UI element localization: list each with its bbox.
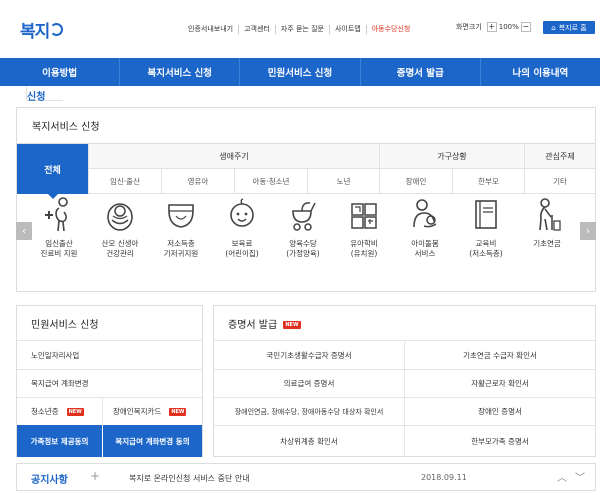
util-link-faq[interactable]: 자주 묻는 질문 (274, 24, 329, 34)
zoom-in-button[interactable]: + (486, 22, 497, 32)
nav-item-guide[interactable]: 이용방법 (0, 58, 119, 86)
book-icon (471, 197, 501, 233)
civil-item-account-change[interactable]: 복지급여 계좌변경 (17, 369, 202, 397)
tab-etc[interactable]: 기타 (524, 169, 595, 194)
main-nav: 이용방법 복지서비스 신청 민원서비스 신청 증명서 발급 나의 이용내역 (0, 58, 600, 86)
civil-item-label: 장애인복지카드 (113, 407, 162, 416)
notice-message[interactable]: 복지로 온라인신청 서비스 중단 안내 (129, 473, 250, 484)
zoom-out-button[interactable]: − (520, 22, 531, 32)
header: 복지 온라인신청 인증서내보내기 고객센터 자주 묻는 질문 사이트맵 아동수당… (0, 0, 600, 103)
service-item-label: 유아학비 (유치원) (350, 239, 378, 258)
panel-title: 민원서비스 신청 (31, 320, 99, 331)
account-change-consent-button[interactable]: 복지급여 계좌변경 동의 (103, 425, 202, 457)
new-badge: NEW (169, 407, 187, 416)
cert-disability[interactable]: 장애인 증명서 (405, 397, 595, 425)
nav-item-civil-apply[interactable]: 민원서비스 신청 (239, 58, 359, 86)
tab-infant[interactable]: 영유아 (161, 169, 234, 194)
service-item-label: 보육료 (어린이집) (225, 239, 259, 258)
service-item-label: 산모 신생아 건강관리 (101, 239, 139, 258)
cert-medical-aid[interactable]: 의료급여 증명서 (214, 369, 405, 397)
service-item-education[interactable]: 교육비 (저소득층) (456, 197, 516, 259)
service-item-label: 기초연금 (533, 239, 561, 248)
group-interest: 관심주제 (524, 144, 595, 169)
tab-disabled[interactable]: 장애인 (379, 169, 452, 194)
cert-single-parent[interactable]: 한부모가족 증명서 (405, 425, 595, 456)
util-link-sitemap[interactable]: 사이트맵 (328, 24, 366, 34)
civil-half-row: 청소년증 NEW 장애인복지카드 NEW (17, 397, 202, 425)
site-logo[interactable]: 복지 온라인신청 (20, 15, 64, 103)
util-link-customer-center[interactable]: 고객센터 (238, 24, 275, 34)
notice-title: 공지사항 (31, 475, 68, 486)
carousel-next-button[interactable]: › (580, 222, 596, 240)
home-icon: ⌂ (551, 23, 556, 32)
civil-item-youth-card[interactable]: 청소년증 NEW (17, 398, 103, 425)
caregiver-icon (410, 197, 440, 233)
tab-elderly[interactable]: 노년 (307, 169, 379, 194)
util-link-child-allowance[interactable]: 아동수당신청 (365, 24, 416, 34)
group-household: 가구상황 (379, 144, 524, 169)
service-item-label: 임신출산 진료비 지원 (40, 239, 78, 258)
notice-date: 2018.09.11 (421, 473, 467, 482)
civil-item-disability-card[interactable]: 장애인복지카드 NEW (103, 398, 202, 425)
panel-title: 복지서비스 신청 (32, 122, 100, 133)
service-item-pregnancy[interactable]: 임신출산 진료비 지원 (29, 197, 89, 259)
service-item-newborn-care[interactable]: 산모 신생아 건강관리 (90, 197, 150, 259)
child-face-icon (227, 197, 257, 233)
tab-all[interactable]: 전체 (17, 144, 88, 199)
tab-single-parent[interactable]: 한부모 (452, 169, 524, 194)
service-item-babysitting[interactable]: 아이돌봄 서비스 (395, 197, 455, 259)
tab-pregnancy[interactable]: 임신·출산 (88, 169, 161, 194)
baby-icon (105, 197, 135, 233)
diaper-icon (166, 197, 196, 233)
certificate-panel: 증명서 발급 NEW 국민기초생활수급자 증명서 기초연금 수급자 확인서 의료… (213, 305, 596, 457)
nav-item-my-history[interactable]: 나의 이용내역 (479, 58, 600, 86)
family-info-consent-button[interactable]: 가족정보 제공동의 (17, 425, 103, 457)
new-badge: NEW (66, 407, 84, 416)
logo-mark: 복지 (20, 21, 50, 42)
tab-child-youth[interactable]: 아동·청소년 (234, 169, 307, 194)
panel-title-row: 증명서 발급 NEW (228, 316, 301, 331)
service-item-label: 저소득층 기저귀지원 (163, 239, 199, 258)
group-lifecycle: 생애주기 (88, 144, 379, 169)
notice-next-button[interactable]: ﹀ (575, 469, 585, 484)
stroller-icon (288, 197, 318, 233)
util-link-cert-export[interactable]: 인증서내보내기 (183, 25, 238, 34)
service-item-home-care[interactable]: 양육수당 (가정양육) (273, 197, 333, 259)
blocks-icon (349, 197, 379, 233)
service-item-diaper[interactable]: 저소득층 기저귀지원 (151, 197, 211, 259)
new-badge: NEW (283, 321, 301, 329)
service-item-daycare[interactable]: 보육료 (어린이집) (212, 197, 272, 259)
service-item-label: 아이돌봄 서비스 (411, 239, 439, 258)
notice-more-button[interactable]: + (90, 469, 100, 483)
cert-basic-pension[interactable]: 기초연금 수급자 확인서 (405, 340, 595, 369)
cert-disability-pension[interactable]: 장애인연금, 장애수당, 장애아동수당 대상자 확인서 (214, 397, 405, 425)
pregnant-woman-icon (44, 197, 74, 233)
service-item-label: 양육수당 (가정양육) (286, 239, 320, 258)
civil-item-label: 청소년증 (31, 407, 59, 416)
zoom-label: 화면크기 (456, 23, 482, 31)
elderly-icon (532, 197, 562, 233)
cert-self-sufficiency[interactable]: 자활근로자 확인서 (405, 369, 595, 397)
civil-item-senior-jobs[interactable]: 노인일자리사업 (17, 340, 202, 369)
cert-near-poverty[interactable]: 차상위계층 확인서 (214, 425, 405, 456)
service-item-label: 교육비 (저소득층) (469, 239, 503, 258)
zoom-control: 화면크기 + 100% − (456, 22, 533, 32)
logo-swoosh-icon (50, 22, 64, 36)
civil-service-panel: 민원서비스 신청 노인일자리사업 복지급여 계좌변경 청소년증 NEW 장애인복… (16, 305, 203, 457)
service-carousel: 임신출산 진료비 지원 산모 신생아 건강관리 저소득층 기저귀지원 보육료 (… (32, 197, 576, 277)
utility-links: 인증서내보내기 고객센터 자주 묻는 질문 사이트맵 아동수당신청 (183, 23, 415, 35)
home-button[interactable]: ⌂ 복지로 홈 (543, 21, 595, 34)
service-item-basic-pension[interactable]: 기초연금 (517, 197, 577, 249)
cert-basic-livelihood[interactable]: 국민기초생활수급자 증명서 (214, 340, 405, 369)
notice-bar: 공지사항 + 복지로 온라인신청 서비스 중단 안내 2018.09.11 ︿ … (16, 463, 596, 491)
zoom-value: 100% (498, 23, 519, 31)
panel-title: 증명서 발급 (228, 320, 278, 331)
nav-item-welfare-apply[interactable]: 복지서비스 신청 (119, 58, 239, 86)
nav-item-certificate[interactable]: 증명서 발급 (359, 58, 480, 86)
service-item-kindergarten[interactable]: 유아학비 (유치원) (334, 197, 394, 259)
notice-prev-button[interactable]: ︿ (557, 469, 567, 484)
home-label: 복지로 홈 (558, 23, 587, 32)
